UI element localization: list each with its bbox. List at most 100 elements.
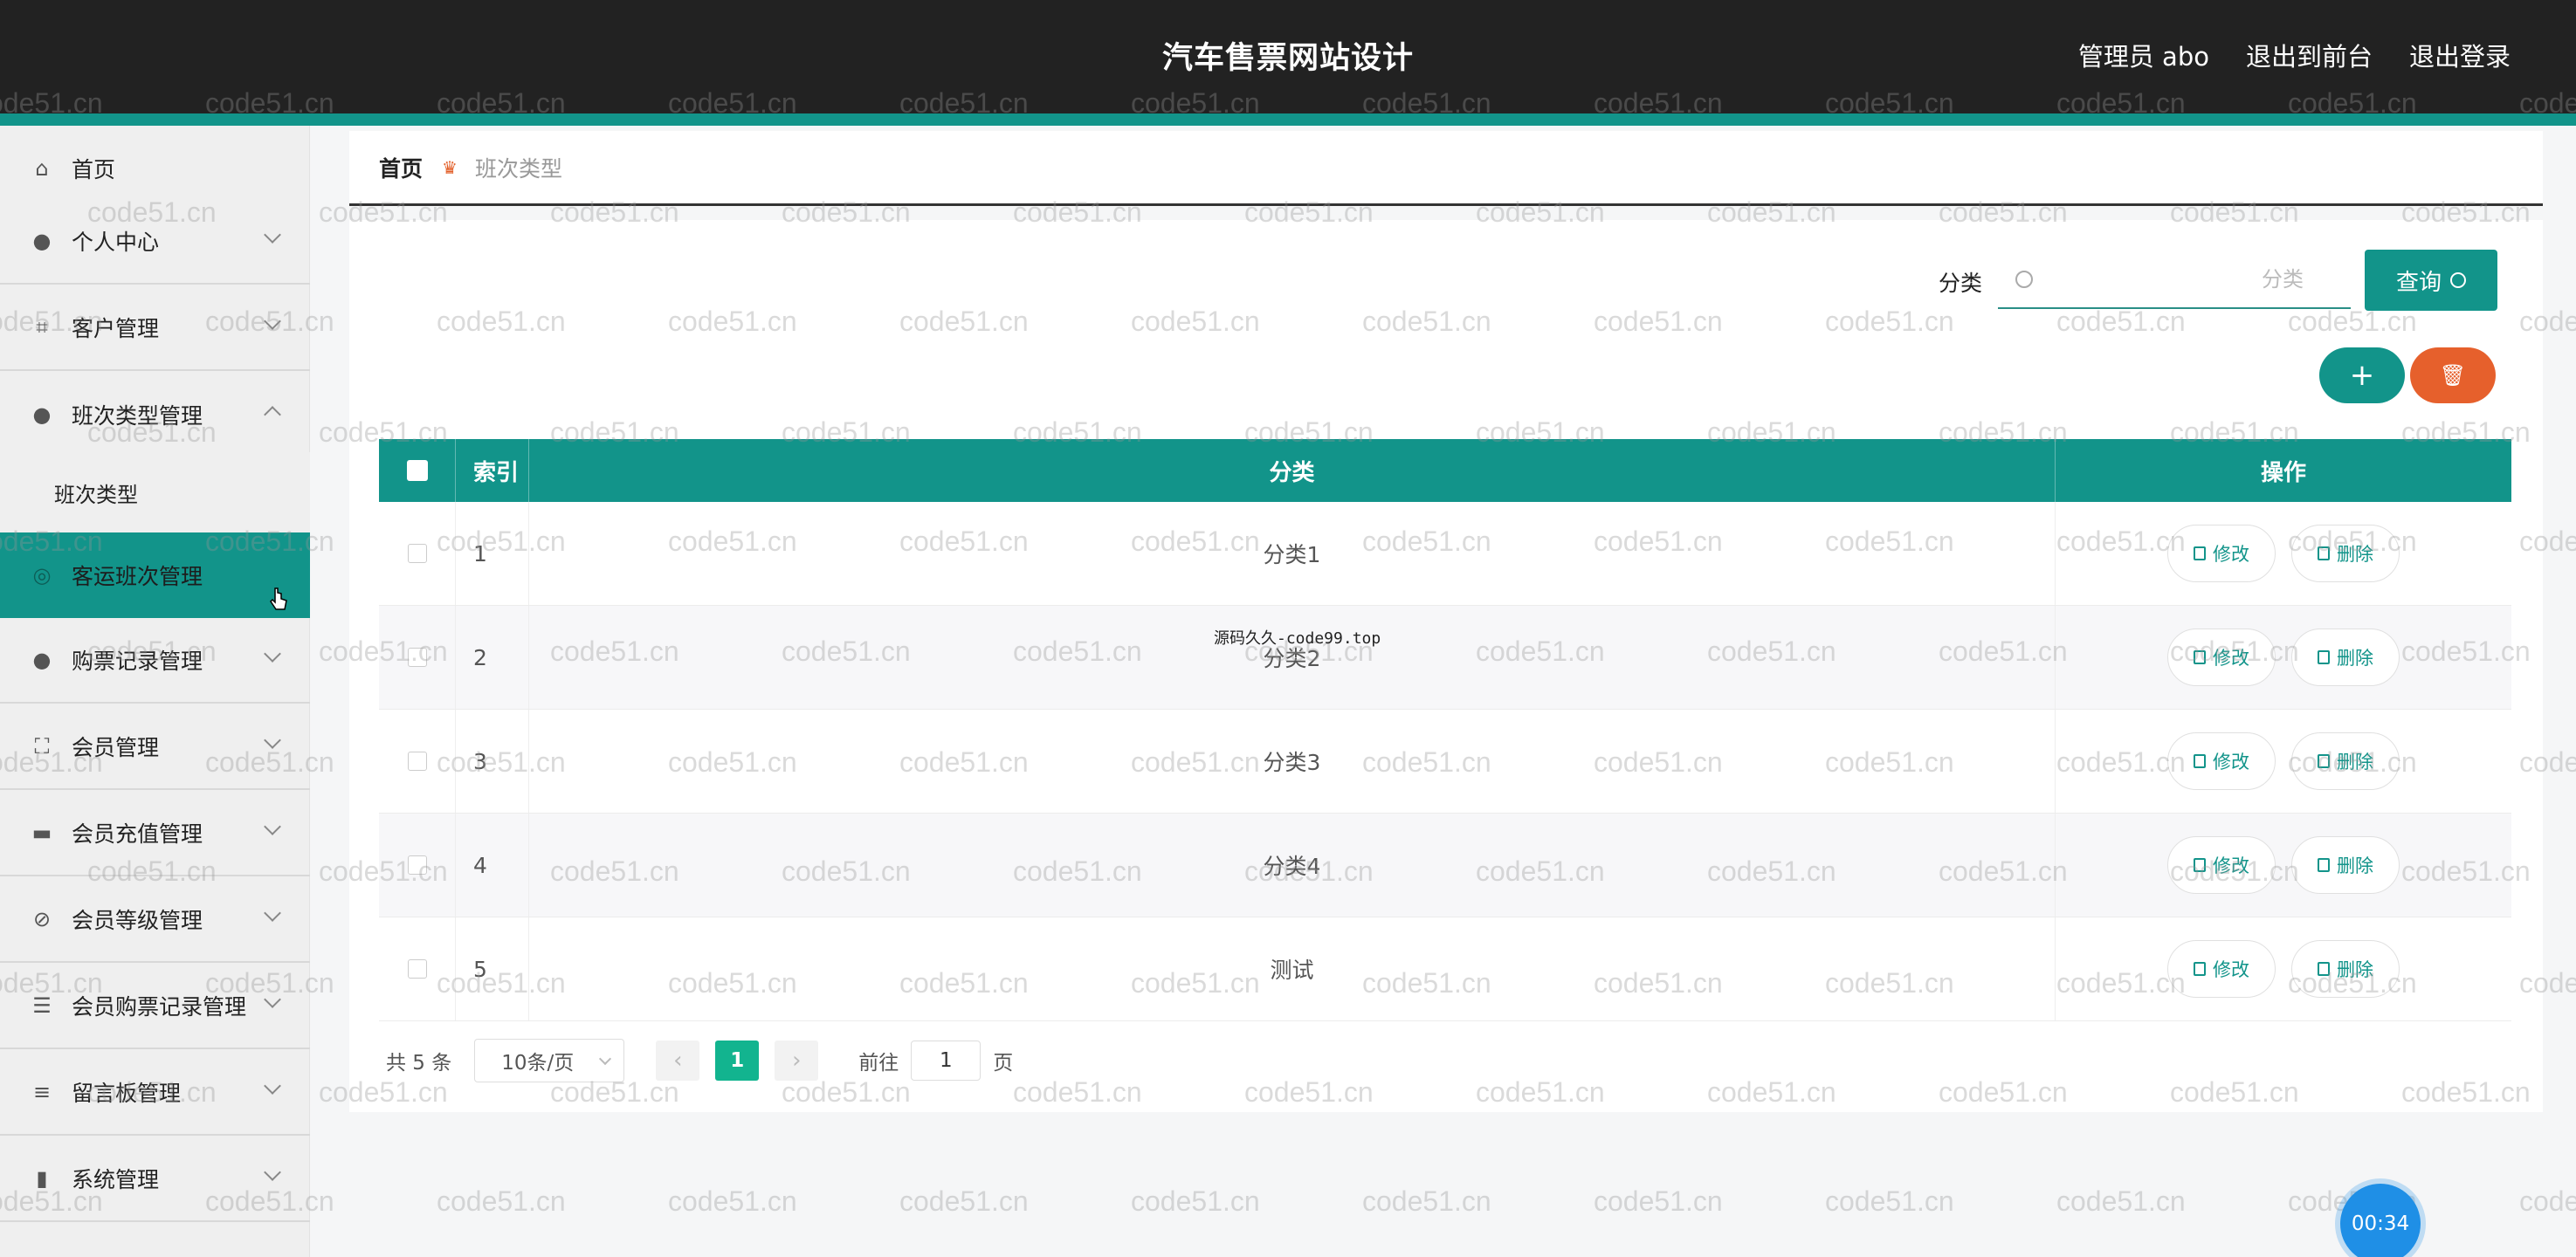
edit-button[interactable]: 修改 [2167,628,2276,686]
submenu-item-label: 班次类型 [54,482,138,507]
delete-label: 删除 [2337,752,2373,773]
table-row: 3 分类3 修改 删除 [379,710,2511,814]
trash-icon: 🗑 [2439,363,2467,388]
header-operations: 操作 [2260,459,2306,486]
row-checkbox[interactable] [407,752,427,771]
mouse-cursor-icon [270,587,287,610]
chevron-down-icon [264,904,281,922]
page-number-current[interactable]: 1 [715,1041,760,1081]
sidebar-item-label: 购票记录管理 [72,649,203,674]
edit-icon [2194,650,2206,664]
list-icon: ☰ [32,993,52,1018]
page-size-select[interactable]: 10条/页 [474,1039,625,1082]
admin-name[interactable]: 管理员 abo [2078,37,2209,73]
logout-link[interactable]: 退出登录 [2409,37,2511,73]
row-operations: 修改 删除 [2056,710,2511,813]
breadcrumb-current: 班次类型 [474,155,562,182]
table-row: 1 分类1 修改 删除 [379,502,2511,606]
table-row: 5 测试 修改 删除 [379,917,2511,1021]
header-actions: 管理员 abo 退出到前台 退出登录 [2078,37,2511,73]
sidebar-item-label: 会员管理 [72,735,160,760]
users-icon: ● [32,402,52,427]
breadcrumb-home[interactable]: 首页 [379,152,423,183]
sidebar-item-label: 会员购票记录管理 [72,994,247,1020]
exit-to-front-link[interactable]: 退出到前台 [2246,37,2373,73]
watermark-text: code51.cn [1131,1185,1260,1217]
row-checkbox[interactable] [407,855,427,875]
goto-suffix: 页 [993,1052,1014,1075]
edit-icon [2194,754,2206,768]
sidebar-item-passenger-shifts[interactable]: ◎ 客运班次管理 [0,532,310,618]
sidebar-item-label: 会员充值管理 [72,821,203,847]
edit-label: 修改 [2213,648,2249,669]
delete-button[interactable]: 删除 [2291,628,2400,686]
edit-icon [2194,546,2206,560]
sidebar-item-shift-types[interactable]: ● 班次类型管理 [0,372,310,457]
total-count: 共 5 条 [386,1052,452,1075]
sidebar: ⌂ 首页 ● 个人中心 ⌗ 客户管理 ● 班次类型管理 班次类型 ◎ 客运班次管… [0,126,310,1257]
sidebar-item-member-recharge[interactable]: ▬ 会员充值管理 [0,791,310,876]
sidebar-item-system[interactable]: ▮ 系统管理 [0,1137,310,1222]
row-checkbox[interactable] [407,544,427,563]
sidebar-item-label: 留言板管理 [72,1081,182,1106]
delete-button[interactable]: 删除 [2291,525,2400,582]
search-field [1998,251,2351,309]
sidebar-item-label: 首页 [72,157,116,182]
row-operations: 修改 删除 [2056,606,2511,709]
page-size-value: 10条/页 [501,1052,575,1075]
edit-button[interactable]: 修改 [2167,836,2276,894]
data-table: 索引 分类 操作 1 分类1 修改 删除 2 分类2 修改 删除 3 分类3 修改 删除 4 分类4 修改删… [379,439,2511,1021]
edit-button[interactable]: 修改 [2167,525,2276,582]
row-checkbox[interactable] [407,959,427,979]
row-checkbox[interactable] [407,648,427,667]
table-body: 1 分类1 修改 删除 2 分类2 修改 删除 3 分类3 修改 删除 4 分类4 修改 删除 5 测试 修改 删除 [379,502,2511,1021]
search-label: 分类 [1939,271,1983,296]
chevron-down-icon [264,818,281,835]
goto-page: 前往 页 [858,1041,1013,1081]
row-category: 分类1 [529,502,2056,605]
sidebar-item-ticket-records[interactable]: ● 购票记录管理 [0,618,310,704]
delete-button[interactable]: 删除 [2291,836,2400,894]
sidebar-item-message-board[interactable]: ≡ 留言板管理 [0,1050,310,1136]
submenu-item-shift-type[interactable]: 班次类型 [0,452,310,532]
search-input[interactable] [2042,267,2338,292]
edit-button[interactable]: 修改 [2167,732,2276,790]
sidebar-item-member-levels[interactable]: ⊘ 会员等级管理 [0,877,310,963]
delete-label: 删除 [2337,959,2373,980]
row-select-cell [379,710,456,813]
row-select-cell [379,917,456,1020]
sidebar-item-label: 个人中心 [72,230,160,255]
sidebar-item-member-ticket-records[interactable]: ☰ 会员购票记录管理 [0,964,310,1049]
center-watermark: 源码久久-code99.top [1214,629,1381,648]
select-all-checkbox[interactable] [406,460,428,481]
trash-icon [2318,858,2330,872]
bulb-icon: ● [32,648,52,672]
sidebar-item-personal-center[interactable]: ● 个人中心 [0,199,310,285]
watermark-text: code51.cn [1362,1185,1491,1217]
trash-icon [2318,754,2330,768]
plus-icon: + [2349,358,2375,393]
batch-delete-button[interactable]: 🗑 [2410,347,2496,403]
header-index: 索引 [456,439,529,502]
add-button[interactable]: + [2319,347,2405,403]
trash-icon [2318,546,2330,560]
row-select-cell [379,502,456,605]
breadcrumb: 首页 ♛ 班次类型 [349,131,2543,206]
chevron-down-icon [264,313,281,330]
sidebar-item-customers[interactable]: ⌗ 客户管理 [0,285,310,371]
edit-icon [2194,962,2206,976]
prev-page-button[interactable]: ‹ [656,1041,700,1081]
row-index: 1 [456,502,529,605]
watermark-text: code51.cn [1825,1185,1954,1217]
sidebar-item-label: 系统管理 [72,1167,160,1192]
query-button[interactable]: 查询 [2365,250,2497,311]
edit-button[interactable]: 修改 [2167,940,2276,998]
next-page-button[interactable]: › [775,1041,819,1081]
row-select-cell [379,814,456,917]
goto-page-input[interactable] [911,1041,981,1081]
delete-button[interactable]: 删除 [2291,732,2400,790]
sidebar-item-members[interactable]: ⛶ 会员管理 [0,704,310,790]
chart-icon: ▮ [36,1166,48,1191]
delete-button[interactable]: 删除 [2291,940,2400,998]
chevron-down-icon [264,1164,281,1181]
